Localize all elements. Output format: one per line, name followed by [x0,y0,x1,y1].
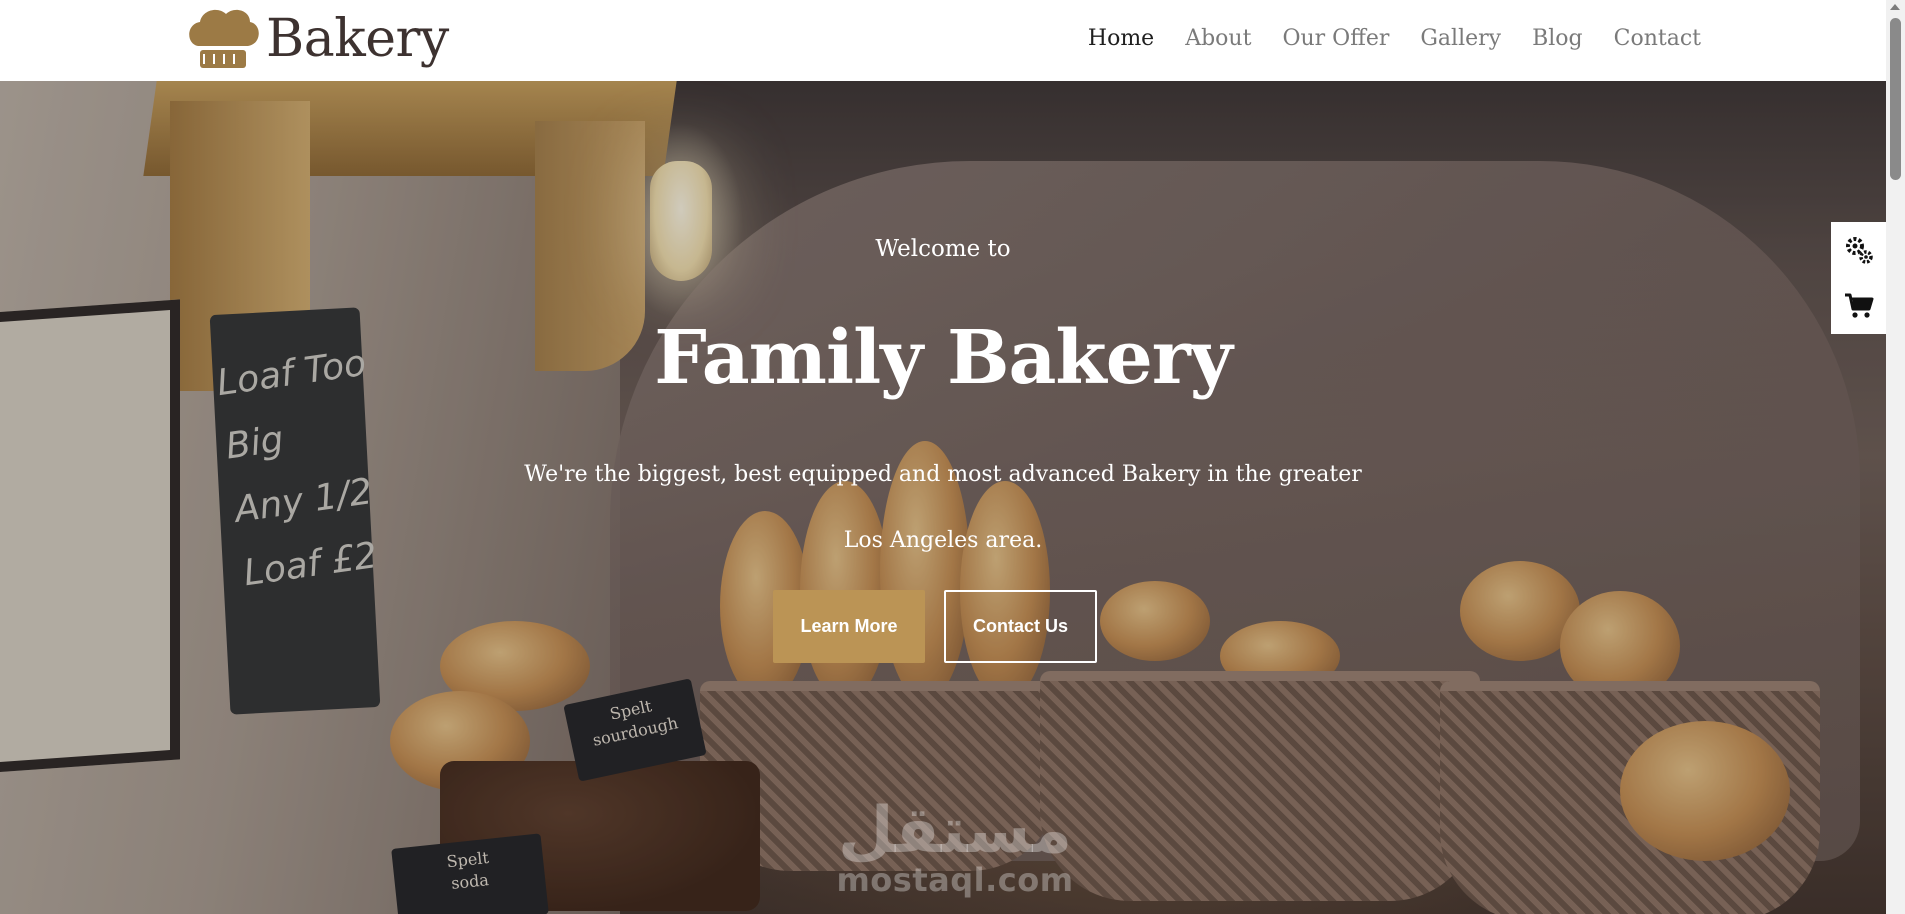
hero-content: Welcome to Family Bakery We're the bigge… [0,81,1886,914]
page-scrollbar[interactable] [1886,0,1905,914]
hero-title: Family Bakery [654,315,1233,401]
nav-about[interactable]: About [1185,23,1251,55]
settings-button[interactable] [1839,230,1879,270]
scrollbar-thumb[interactable] [1890,18,1901,180]
nav-our-offer[interactable]: Our Offer [1282,23,1389,55]
watermark-arabic: مستقل [837,794,1073,868]
hero-section: Loaf Too Big Any 1/2 Loaf £2 Spelt sourd… [0,81,1886,914]
mostaql-watermark: مستقل mostaql.com [835,799,1075,897]
learn-more-button[interactable]: Learn More [773,590,925,663]
site-header: Bakery Home About Our Offer Gallery Blog… [0,0,1886,81]
nav-contact[interactable]: Contact [1614,23,1701,55]
hero-description: We're the biggest, best equipped and mos… [524,462,1362,553]
watermark-latin: mostaql.com [836,861,1074,899]
gears-icon [1846,237,1873,264]
hero-welcome-text: Welcome to [875,236,1011,262]
side-widget [1831,222,1887,334]
nav-blog[interactable]: Blog [1532,23,1583,55]
brand-name: Bakery [266,9,449,69]
brand-logo[interactable]: Bakery [184,4,449,74]
cart-icon [1845,293,1874,318]
nav-gallery[interactable]: Gallery [1420,23,1501,55]
scroll-up-arrow-icon[interactable] [1890,4,1900,10]
main-nav: Home About Our Offer Gallery Blog Contac… [1088,23,1701,55]
contact-us-button[interactable]: Contact Us [944,590,1097,663]
nav-home[interactable]: Home [1088,23,1154,55]
cart-button[interactable] [1839,286,1879,326]
chef-hat-icon [189,9,259,68]
